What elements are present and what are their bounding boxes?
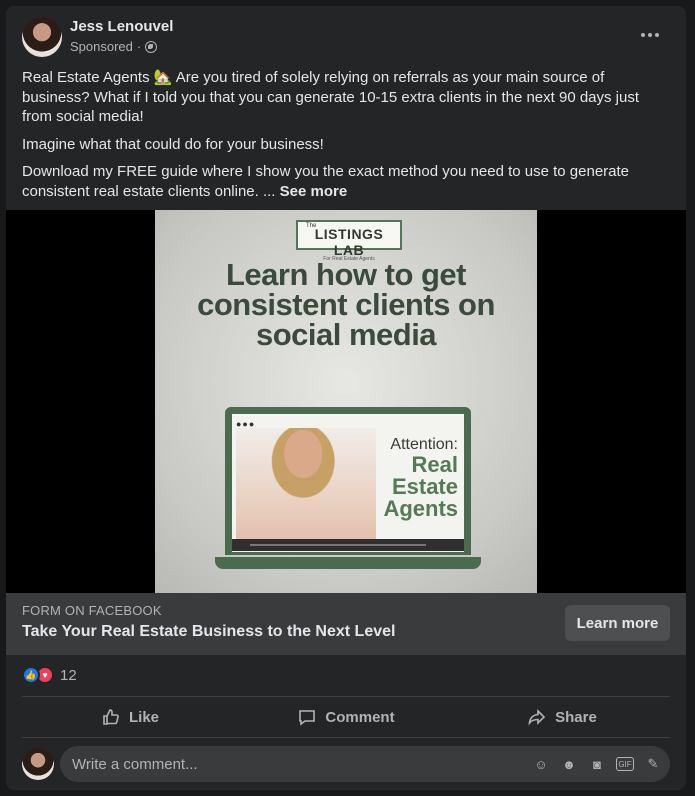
post-meta: Sponsored ·: [70, 39, 158, 54]
share-button[interactable]: Share: [454, 697, 670, 737]
ad-media[interactable]: The LISTINGS LAB For Real Estate Agents …: [6, 210, 686, 593]
like-button[interactable]: Like: [22, 697, 238, 737]
camera-icon[interactable]: ◙: [588, 755, 606, 773]
video-player-bar: [232, 539, 464, 551]
comment-label: Comment: [325, 708, 395, 726]
progress-track: [250, 544, 426, 546]
dot-icon: [655, 33, 659, 37]
dot-icon: [648, 33, 652, 37]
laptop-illustration: ●●● Attention: Real Estate Agents: [225, 407, 471, 555]
learn-more-button[interactable]: Learn more: [565, 605, 670, 641]
attention-text: Attention: Real Estate Agents: [383, 436, 458, 520]
laptop-base: [215, 557, 481, 569]
sponsored-label[interactable]: Sponsored: [70, 39, 133, 54]
laptop-screen: ●●● Attention: Real Estate Agents: [232, 414, 464, 552]
author-avatar[interactable]: [22, 17, 62, 57]
logo-text: LISTINGS LAB: [314, 226, 384, 258]
like-reaction-icon: 👍: [22, 666, 40, 684]
post-actions: Like Comment Share: [22, 697, 670, 737]
feed-post: Jess Lenouvel Sponsored · Real Estate Ag…: [6, 6, 686, 790]
avatar-sticker-icon[interactable]: ☺: [532, 755, 550, 773]
post-paragraph: Download my FREE guide where I show you …: [22, 162, 672, 201]
post-text: Real Estate Agents 🏡 Are you tired of so…: [22, 68, 672, 209]
more-options-button[interactable]: [636, 25, 664, 45]
sticker-icon[interactable]: ✎: [644, 755, 662, 773]
post-header: Jess Lenouvel Sponsored ·: [22, 17, 674, 61]
comment-tools: ☺ ☻ ◙ GIF ✎: [532, 755, 662, 773]
logo-the: The: [306, 223, 317, 229]
comment-button[interactable]: Comment: [238, 697, 454, 737]
share-label: Share: [555, 708, 597, 726]
presenter-photo: [236, 428, 376, 546]
divider: [22, 737, 670, 738]
see-more-link[interactable]: See more: [280, 183, 348, 200]
target-line: Real: [411, 452, 458, 477]
author-name[interactable]: Jess Lenouvel: [70, 18, 173, 35]
gif-icon[interactable]: GIF: [616, 757, 634, 771]
post-paragraph: Imagine what that could do for your busi…: [22, 135, 324, 153]
target-line: Agents: [383, 496, 458, 521]
target-line: Estate: [391, 474, 458, 499]
reaction-count[interactable]: 12: [60, 667, 77, 684]
ad-headline: Learn how to get consistent clients on s…: [197, 257, 495, 352]
emoji-icon[interactable]: ☻: [560, 755, 578, 773]
dot-icon: [641, 33, 645, 37]
comment-composer: ☺ ☻ ◙ GIF ✎: [22, 746, 670, 782]
cta-title[interactable]: Take Your Real Estate Business to the Ne…: [22, 623, 395, 641]
meta-separator: ·: [136, 39, 142, 54]
cta-source: FORM ON FACEBOOK: [22, 603, 162, 618]
thumbs-up-icon: [103, 709, 119, 725]
listings-lab-logo: The LISTINGS LAB For Real Estate Agents: [296, 220, 402, 262]
share-icon: [528, 709, 546, 726]
reactions-summary[interactable]: 👍 ♥ 12: [22, 665, 77, 685]
globe-icon[interactable]: [145, 40, 158, 53]
post-paragraph: Real Estate Agents 🏡 Are you tired of so…: [22, 69, 640, 125]
cta-bar[interactable]: FORM ON FACEBOOK Take Your Real Estate B…: [6, 593, 686, 655]
ad-image[interactable]: The LISTINGS LAB For Real Estate Agents …: [155, 210, 537, 593]
viewer-avatar[interactable]: [22, 748, 54, 780]
like-label: Like: [128, 708, 159, 726]
comment-icon: [299, 710, 316, 726]
